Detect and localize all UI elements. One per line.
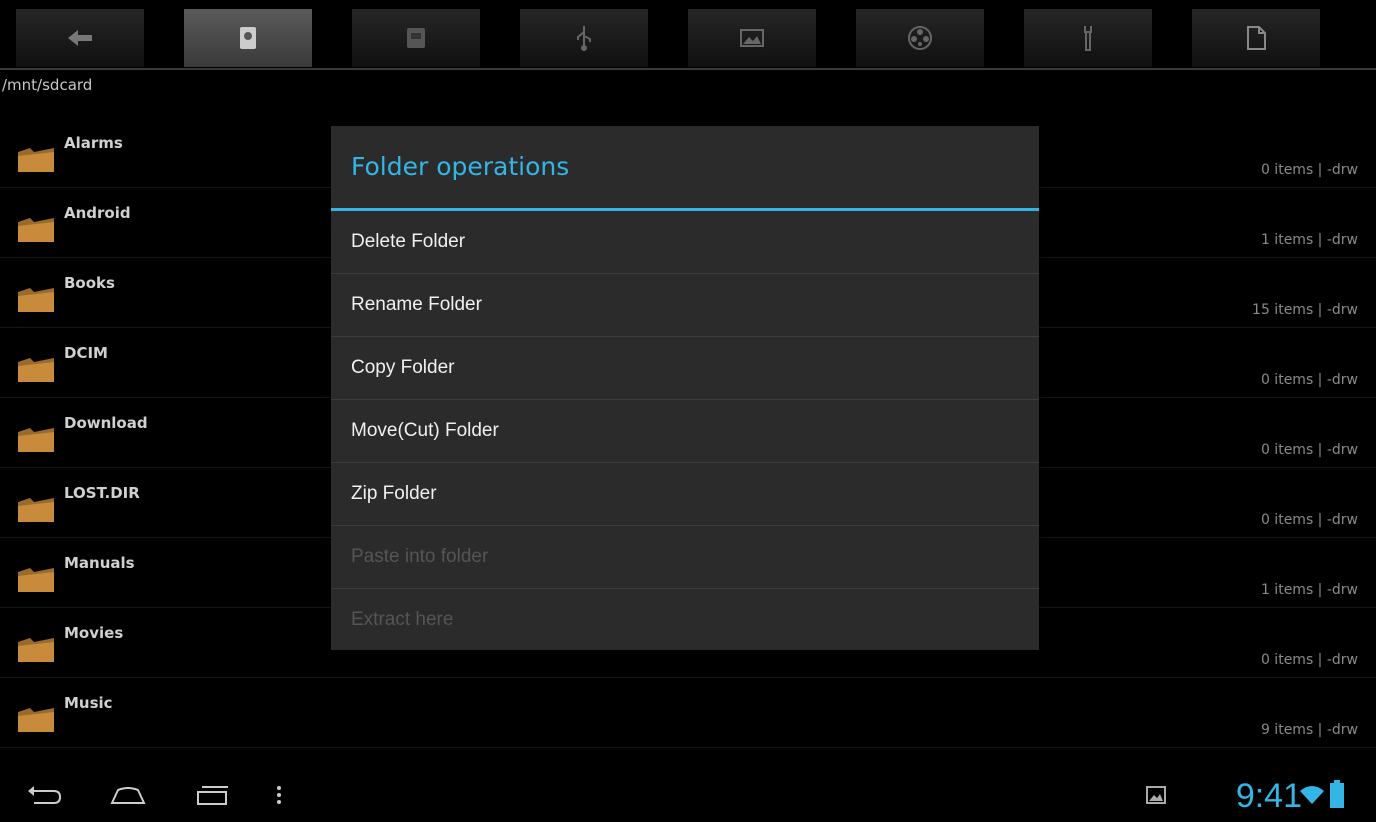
navigation-bar: 9:41 xyxy=(0,770,1376,819)
folder-icon xyxy=(18,358,54,382)
folder-meta: 1 items | -drw xyxy=(1260,232,1358,248)
folder-meta: 0 items | -drw xyxy=(1260,652,1358,668)
folder-meta: 0 items | -drw xyxy=(1260,162,1358,178)
folder-row[interactable]: Music 9 items | -drw xyxy=(0,678,1376,748)
storage-card-button[interactable] xyxy=(352,9,480,67)
dialog-item-rename-folder[interactable]: Rename Folder xyxy=(331,274,1039,337)
folder-name: Movies xyxy=(64,624,124,642)
folder-icon xyxy=(18,218,54,242)
recent-apps-nav-icon[interactable] xyxy=(192,784,232,806)
sdcard-icon xyxy=(240,27,256,49)
tools-button[interactable] xyxy=(1024,9,1152,67)
gallery-notification-icon xyxy=(1146,786,1166,804)
folder-meta: 9 items | -drw xyxy=(1260,722,1358,738)
document-icon xyxy=(1247,26,1266,50)
home-nav-icon[interactable] xyxy=(108,784,148,806)
folder-name: Alarms xyxy=(64,134,123,152)
folder-meta: 15 items | -drw xyxy=(1252,302,1358,318)
current-path: /mnt/sdcard xyxy=(2,76,93,94)
folder-name: Music xyxy=(64,694,113,712)
folder-meta: 0 items | -drw xyxy=(1260,442,1358,458)
folder-name: Android xyxy=(64,204,131,222)
image-icon xyxy=(740,29,764,47)
battery-icon xyxy=(1330,780,1344,808)
folder-name: DCIM xyxy=(64,344,108,362)
dialog-item-zip-folder[interactable]: Zip Folder xyxy=(331,463,1039,526)
folder-name: Download xyxy=(64,414,148,432)
folder-meta: 0 items | -drw xyxy=(1260,512,1358,528)
images-button[interactable] xyxy=(688,9,816,67)
folder-icon xyxy=(18,288,54,312)
dialog-item-copy-folder[interactable]: Copy Folder xyxy=(331,337,1039,400)
folder-meta: 1 items | -drw xyxy=(1260,582,1358,598)
video-button[interactable] xyxy=(856,9,984,67)
folder-icon xyxy=(18,568,54,592)
document-button[interactable] xyxy=(1192,9,1320,67)
clock: 9:41 xyxy=(1235,777,1302,815)
toolbar xyxy=(0,0,1376,70)
dialog-item-extract-here: Extract here xyxy=(351,609,454,630)
film-reel-icon xyxy=(908,26,932,50)
folder-name: LOST.DIR xyxy=(64,484,140,502)
storage-card-icon xyxy=(407,28,425,48)
dialog-item-paste-into-folder: Paste into folder xyxy=(331,526,1039,589)
folder-icon xyxy=(18,148,54,172)
folder-operations-dialog: Folder operations Delete Folder Rename Fo… xyxy=(331,126,1039,650)
folder-icon xyxy=(18,708,54,732)
dialog-item-move-cut-folder[interactable]: Move(Cut) Folder xyxy=(331,400,1039,463)
tools-icon xyxy=(1084,26,1092,51)
dialog-title: Folder operations xyxy=(331,126,1039,211)
folder-meta: 0 items | -drw xyxy=(1260,372,1358,388)
folder-icon xyxy=(18,638,54,662)
folder-icon xyxy=(18,428,54,452)
back-arrow-icon xyxy=(68,30,92,46)
wifi-icon xyxy=(1300,786,1324,804)
folder-icon xyxy=(18,498,54,522)
folder-name: Manuals xyxy=(64,554,135,572)
sdcard-button[interactable] xyxy=(184,9,312,67)
usb-button[interactable] xyxy=(520,9,648,67)
folder-name: Books xyxy=(64,274,115,292)
menu-nav-icon[interactable] xyxy=(272,784,286,806)
dialog-item-delete-folder[interactable]: Delete Folder xyxy=(331,211,1039,274)
usb-icon xyxy=(577,26,591,51)
back-button[interactable] xyxy=(16,9,144,67)
back-nav-icon[interactable] xyxy=(24,784,64,806)
